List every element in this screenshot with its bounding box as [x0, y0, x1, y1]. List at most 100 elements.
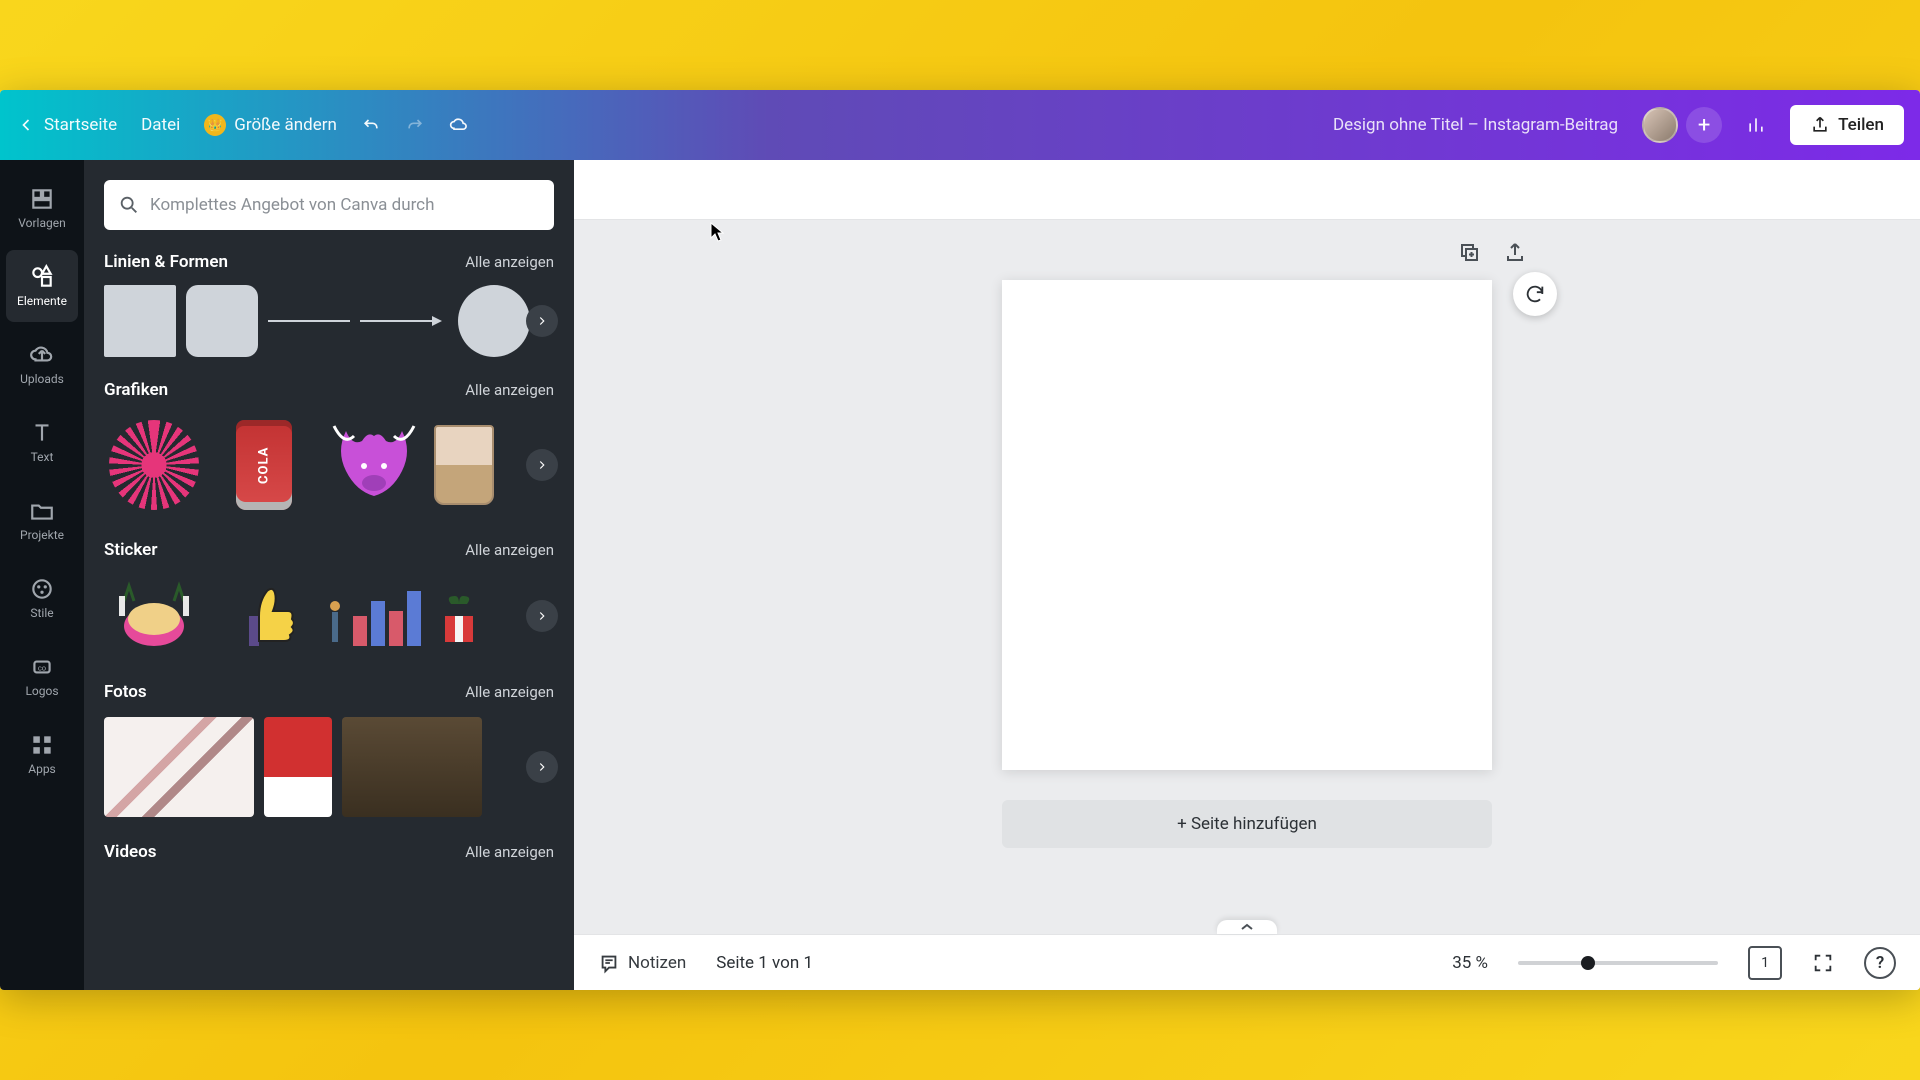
category-photos: Fotos Alle anzeigen: [104, 682, 554, 820]
footer-bar: Notizen Seite 1 von 1 35 % 1 ?: [574, 934, 1920, 990]
shape-circle[interactable]: [458, 285, 530, 357]
search-input[interactable]: [150, 195, 540, 215]
redo-button[interactable]: [405, 115, 425, 135]
nav-styles[interactable]: Stile: [6, 562, 78, 634]
graphic-sunburst[interactable]: [104, 415, 204, 515]
nav-label: Elemente: [17, 294, 67, 308]
see-all-link[interactable]: Alle anzeigen: [465, 253, 554, 271]
file-label: Datei: [141, 115, 180, 135]
add-page-label: + Seite hinzufügen: [1177, 814, 1317, 834]
nav-label: Text: [31, 450, 54, 464]
photo-thumbnail[interactable]: [104, 717, 254, 817]
undo-button[interactable]: [361, 115, 381, 135]
nav-logos[interactable]: co Logos: [6, 640, 78, 712]
nav-apps[interactable]: Apps: [6, 718, 78, 790]
sticker-gift[interactable]: [434, 576, 484, 656]
see-all-link[interactable]: Alle anzeigen: [465, 683, 554, 701]
nav-uploads[interactable]: Uploads: [6, 328, 78, 400]
category-sticker: Sticker Alle anzeigen: [104, 540, 554, 660]
canvas-page[interactable]: [1002, 280, 1492, 770]
home-button[interactable]: Startseite: [16, 115, 117, 135]
page-count-button[interactable]: 1: [1748, 946, 1782, 980]
row-next-button[interactable]: [526, 305, 558, 337]
file-menu[interactable]: Datei: [141, 115, 180, 135]
add-page-button[interactable]: + Seite hinzufügen: [1002, 800, 1492, 848]
uploads-icon: [29, 342, 55, 368]
chevron-right-icon: [535, 609, 549, 623]
topbar-left: Startseite Datei 👑 Größe ändern: [16, 114, 469, 136]
shape-line[interactable]: [268, 320, 350, 322]
search-icon: [118, 194, 140, 216]
sticker-turkey[interactable]: [104, 576, 204, 656]
see-all-link[interactable]: Alle anzeigen: [465, 381, 554, 399]
notes-button[interactable]: Notizen: [598, 952, 686, 974]
apps-icon: [29, 732, 55, 758]
sticker-thumbs-up[interactable]: [214, 576, 314, 656]
category-lines-shapes: Linien & Formen Alle anzeigen: [104, 252, 554, 358]
graphic-cola-can[interactable]: COLA: [214, 415, 314, 515]
zoom-slider[interactable]: [1518, 961, 1718, 965]
shape-square[interactable]: [104, 285, 176, 357]
page-tools: [1453, 236, 1531, 268]
nav-label: Uploads: [20, 372, 64, 386]
nav-projects[interactable]: Projekte: [6, 484, 78, 556]
row-next-button[interactable]: [526, 449, 558, 481]
category-title: Fotos: [104, 682, 147, 702]
graphic-glass[interactable]: [434, 415, 494, 515]
help-label: ?: [1876, 953, 1884, 973]
category-videos: Videos Alle anzeigen: [104, 842, 554, 862]
nav-label: Projekte: [20, 528, 64, 542]
category-title: Linien & Formen: [104, 252, 228, 272]
resize-button[interactable]: 👑 Größe ändern: [204, 114, 337, 136]
avatar[interactable]: [1642, 107, 1678, 143]
timeline-peek-button[interactable]: [1217, 920, 1277, 934]
category-title: Grafiken: [104, 380, 168, 400]
collaborators: +: [1642, 107, 1722, 143]
upload-icon: [1503, 240, 1527, 264]
nav-rail: Vorlagen Elemente Uploads Text Projekte …: [0, 160, 84, 990]
canvas-viewport[interactable]: + Seite hinzufügen: [574, 220, 1920, 934]
nav-text[interactable]: Text: [6, 406, 78, 478]
canvas-area: + Seite hinzufügen Notizen Seite 1 von 1…: [574, 160, 1920, 990]
crown-icon: 👑: [204, 114, 226, 136]
category-title: Sticker: [104, 540, 157, 560]
cloud-sync-button[interactable]: [449, 115, 469, 135]
upload-page-button[interactable]: [1499, 236, 1531, 268]
bar-chart-icon: [1746, 115, 1766, 135]
logos-icon: co: [29, 654, 55, 680]
see-all-link[interactable]: Alle anzeigen: [465, 843, 554, 861]
share-button[interactable]: Teilen: [1790, 105, 1904, 145]
shape-rounded-square[interactable]: [186, 285, 258, 357]
fullscreen-button[interactable]: [1812, 952, 1834, 974]
zoom-thumb[interactable]: [1581, 956, 1595, 970]
share-icon: [1810, 115, 1830, 135]
see-all-link[interactable]: Alle anzeigen: [465, 541, 554, 559]
nav-templates[interactable]: Vorlagen: [6, 172, 78, 244]
photo-thumbnail[interactable]: [342, 717, 482, 817]
duplicate-page-button[interactable]: [1453, 236, 1485, 268]
chevron-right-icon: [535, 458, 549, 472]
svg-text:co: co: [38, 663, 46, 672]
search-box[interactable]: [104, 180, 554, 230]
row-next-button[interactable]: [526, 751, 558, 783]
document-title[interactable]: Design ohne Titel – Instagram-Beitrag: [1333, 115, 1618, 135]
app-window: Startseite Datei 👑 Größe ändern Design o…: [0, 90, 1920, 990]
elements-icon: [29, 264, 55, 290]
row-next-button[interactable]: [526, 600, 558, 632]
page-count: 1: [1761, 955, 1769, 971]
shape-arrow[interactable]: [360, 315, 442, 327]
add-collaborator-button[interactable]: +: [1686, 107, 1722, 143]
help-button[interactable]: ?: [1864, 947, 1896, 979]
share-label: Teilen: [1838, 115, 1884, 135]
notes-icon: [598, 952, 620, 974]
nav-elements[interactable]: Elemente: [6, 250, 78, 322]
chevron-left-icon: [16, 115, 36, 135]
main-area: Vorlagen Elemente Uploads Text Projekte …: [0, 160, 1920, 990]
sticker-bar-chart[interactable]: [324, 576, 424, 656]
graphic-bull-head[interactable]: [324, 415, 424, 515]
chevron-right-icon: [535, 314, 549, 328]
photo-thumbnail[interactable]: [264, 717, 332, 817]
refresh-button[interactable]: [1513, 272, 1557, 316]
templates-icon: [29, 186, 55, 212]
insights-button[interactable]: [1746, 115, 1766, 135]
